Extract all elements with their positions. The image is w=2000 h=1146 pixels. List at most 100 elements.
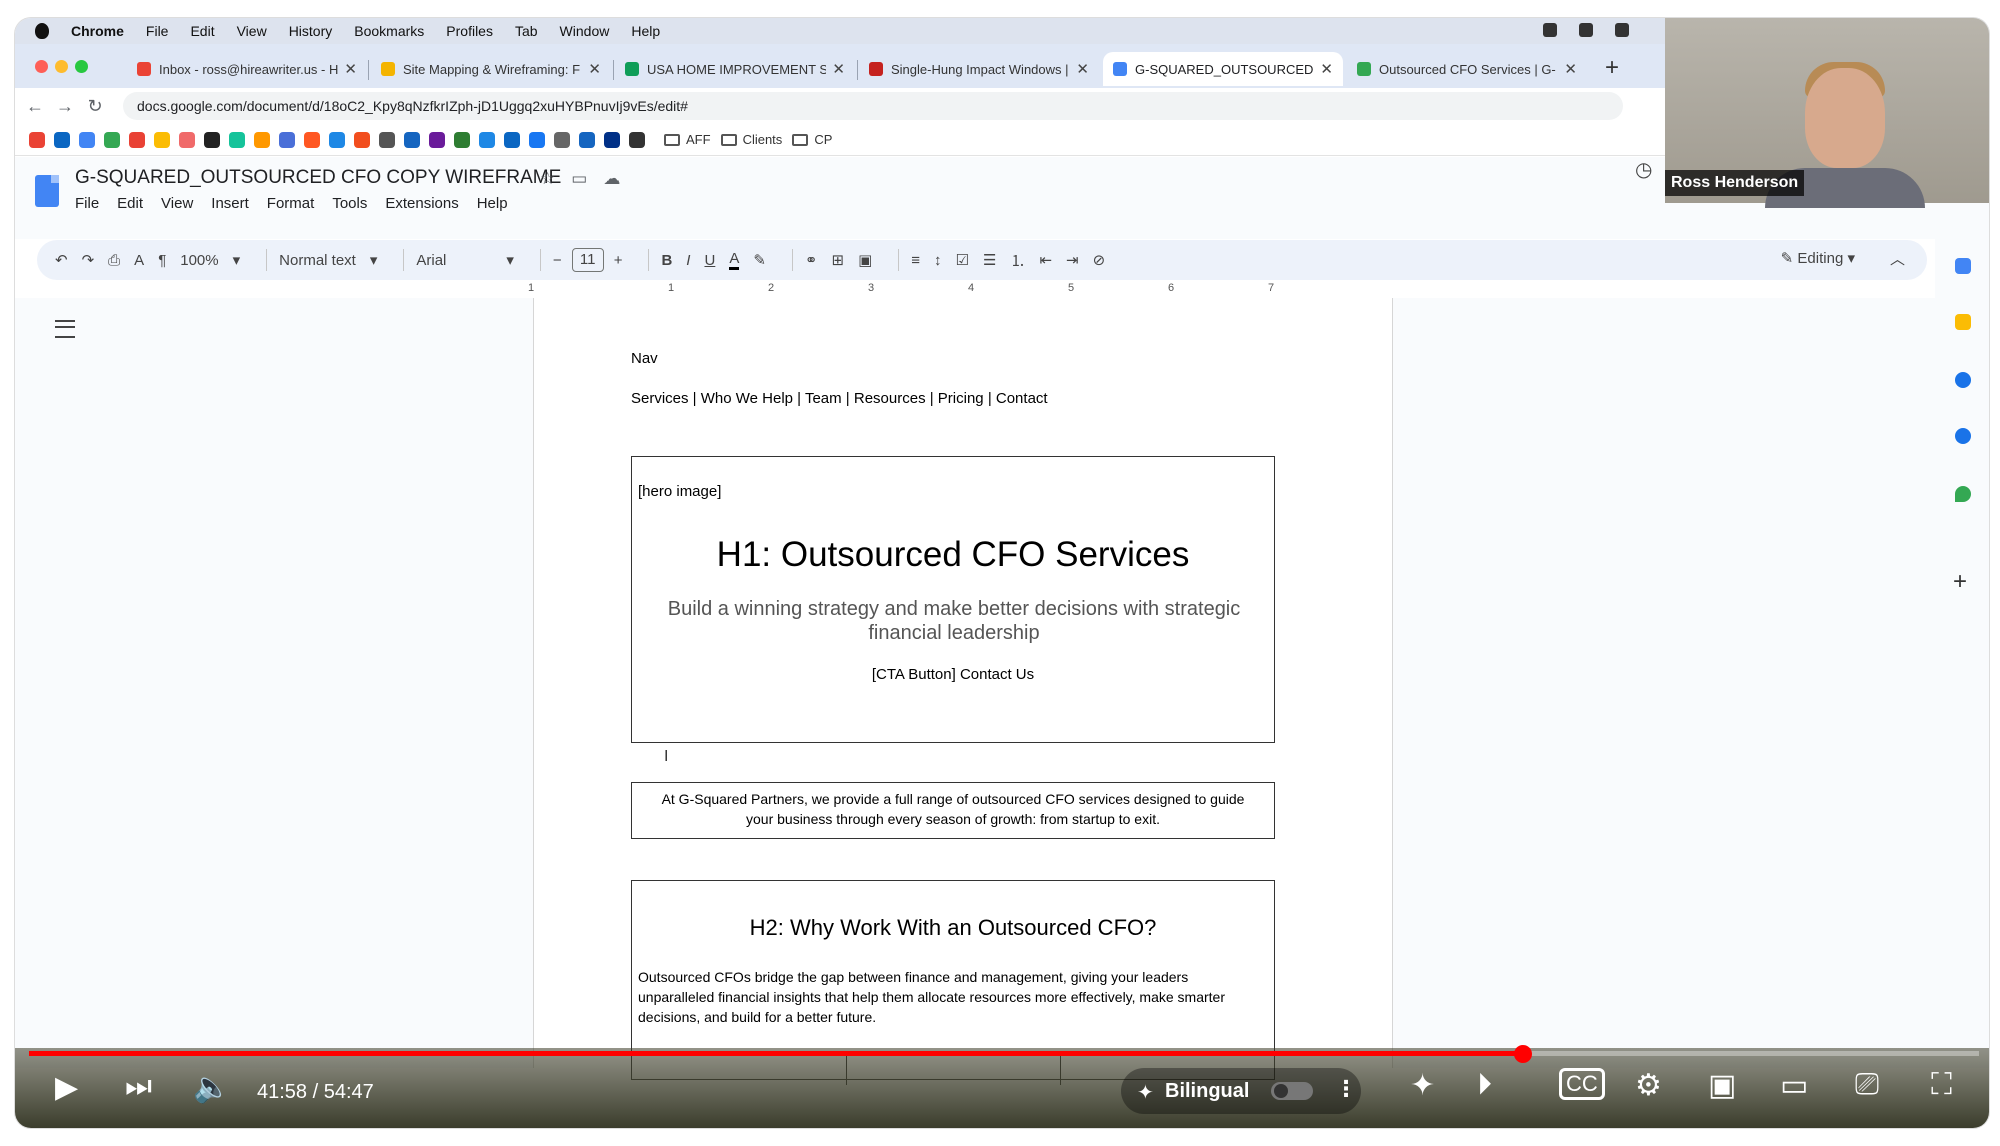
tab-usa-home[interactable]: USA HOME IMPROVEMENT SE ✕: [615, 52, 855, 86]
clear-formatting-icon[interactable]: ⊘: [1093, 251, 1106, 269]
menu-profiles[interactable]: Profiles: [446, 23, 493, 39]
document-page[interactable]: Nav Services | Who We Help | Team | Reso…: [533, 298, 1393, 1085]
text-color-icon[interactable]: A: [729, 250, 740, 270]
print-icon[interactable]: ⎙: [108, 252, 120, 269]
chevron-down-icon[interactable]: ▾: [506, 251, 514, 269]
bookmark-icon[interactable]: [329, 131, 345, 148]
style-select[interactable]: Normal text: [279, 252, 356, 269]
drive-bookmark-icon[interactable]: [104, 131, 120, 148]
bilingual-subtitle-toggle[interactable]: ✦ Bilingual ⋮: [1121, 1068, 1361, 1114]
star-icon[interactable]: ☆: [540, 169, 555, 189]
docs-menu-tools[interactable]: Tools: [332, 195, 367, 212]
bulleted-list-icon[interactable]: ☰: [983, 251, 996, 269]
bookmark-icon[interactable]: [204, 131, 220, 148]
docs-menu-extensions[interactable]: Extensions: [385, 195, 458, 212]
close-icon[interactable]: ✕: [1076, 60, 1089, 78]
chevron-down-icon[interactable]: ▾: [233, 251, 241, 269]
close-icon[interactable]: ✕: [832, 60, 845, 78]
tab-g-squared-doc[interactable]: G-SQUARED_OUTSOURCED C ✕: [1103, 52, 1343, 86]
spellcheck-icon[interactable]: A: [134, 252, 144, 269]
bookmark-icon[interactable]: [304, 131, 320, 148]
paint-format-icon[interactable]: ¶: [158, 252, 166, 269]
gmail-bookmark-icon[interactable]: [29, 131, 45, 148]
keep-icon[interactable]: [1955, 314, 1971, 330]
cast-icon[interactable]: ⎚: [1855, 1068, 1879, 1102]
grammarly-bookmark-icon[interactable]: [229, 131, 245, 148]
cloud-status-icon[interactable]: ☁: [603, 169, 620, 189]
figma-bookmark-icon[interactable]: [354, 131, 370, 148]
airdrop-icon[interactable]: [1543, 23, 1557, 37]
bookmark-icon[interactable]: [404, 131, 420, 148]
url-input[interactable]: docs.google.com/document/d/18oC2_Kpy8qNz…: [123, 92, 1623, 120]
new-tab-button[interactable]: +: [1605, 54, 1619, 82]
bold-icon[interactable]: B: [661, 252, 672, 269]
docs-menu-insert[interactable]: Insert: [211, 195, 249, 212]
link-icon[interactable]: ⚭: [805, 251, 818, 269]
theater-mode-icon[interactable]: ▭: [1780, 1068, 1808, 1103]
apple-icon[interactable]: [35, 23, 49, 39]
menu-chrome[interactable]: Chrome: [71, 23, 124, 39]
bookmark-icon[interactable]: [579, 131, 595, 148]
linkedin-bookmark-icon[interactable]: [504, 131, 520, 148]
docs-logo-icon[interactable]: [35, 175, 59, 207]
calendar-bookmark-icon[interactable]: [79, 131, 95, 148]
horizontal-ruler[interactable]: 1123 4567: [528, 282, 1388, 299]
menu-help[interactable]: Help: [631, 23, 660, 39]
docs-menu-help[interactable]: Help: [477, 195, 508, 212]
menu-bookmarks[interactable]: Bookmarks: [354, 23, 424, 39]
add-addon-icon[interactable]: +: [1953, 568, 1967, 596]
undo-icon[interactable]: ↶: [55, 251, 68, 269]
close-icon[interactable]: ✕: [1564, 60, 1577, 78]
forward-icon[interactable]: →: [55, 96, 75, 117]
increase-indent-icon[interactable]: ⇥: [1066, 251, 1079, 269]
tab-inbox[interactable]: Inbox - ross@hireawriter.us - H ✕: [127, 52, 367, 86]
document-title[interactable]: G-SQUARED_OUTSOURCED CFO COPY WIREFRAME: [75, 167, 561, 189]
back-icon[interactable]: ←: [25, 96, 45, 117]
bookmark-icon[interactable]: [129, 131, 145, 148]
tab-single-hung[interactable]: Single-Hung Impact Windows | ✕: [859, 52, 1099, 86]
version-history-icon[interactable]: ◷: [1635, 157, 1652, 182]
move-folder-icon[interactable]: ▭: [571, 169, 587, 189]
paypal-bookmark-icon[interactable]: [604, 131, 620, 148]
decrease-font-size-icon[interactable]: −: [553, 252, 562, 269]
docs-menu-edit[interactable]: Edit: [117, 195, 143, 212]
close-icon[interactable]: ✕: [1320, 60, 1333, 78]
menu-edit[interactable]: Edit: [190, 23, 214, 39]
settings-icon[interactable]: ⚙: [1635, 1068, 1662, 1103]
bookmark-folder-cp[interactable]: CP: [792, 132, 832, 147]
miniplayer-icon[interactable]: ▣: [1708, 1068, 1736, 1103]
signal-icon[interactable]: [1579, 23, 1593, 37]
numbered-list-icon[interactable]: ⒈: [1010, 250, 1025, 271]
progress-scrubber[interactable]: [1514, 1045, 1532, 1063]
fullscreen-icon[interactable]: ⛶: [1931, 1068, 1952, 1102]
more-options-icon[interactable]: ⋮: [1335, 1076, 1357, 1102]
highlight-icon[interactable]: ✎: [753, 251, 766, 269]
bookmark-icon[interactable]: [279, 131, 295, 148]
bookmark-folder-aff[interactable]: AFF: [664, 132, 711, 147]
bookmark-icon[interactable]: [254, 131, 270, 148]
play-icon[interactable]: ▶: [55, 1070, 78, 1105]
font-size-input[interactable]: 11: [571, 248, 604, 272]
bookmark-folder-clients[interactable]: Clients: [720, 132, 782, 147]
redo-icon[interactable]: ↷: [82, 251, 95, 269]
close-icon[interactable]: ✕: [588, 60, 601, 78]
outlook-bookmark-icon[interactable]: [54, 131, 70, 148]
decrease-indent-icon[interactable]: ⇤: [1039, 251, 1052, 269]
chevron-down-icon[interactable]: ▾: [370, 251, 378, 269]
collapse-toolbar-icon[interactable]: ︿: [1890, 248, 1905, 269]
reload-icon[interactable]: ↻: [85, 96, 105, 117]
editing-mode-select[interactable]: ✎ Editing ▾: [1781, 249, 1855, 267]
document-outline-icon[interactable]: [55, 320, 75, 338]
menu-tab[interactable]: Tab: [515, 23, 538, 39]
align-icon[interactable]: ≡: [911, 252, 920, 269]
bookmark-icon[interactable]: [429, 131, 445, 148]
tab-site-mapping[interactable]: Site Mapping & Wireframing: F ✕: [371, 52, 611, 86]
maps-icon[interactable]: [1955, 486, 1971, 502]
bookmark-icon[interactable]: [454, 131, 470, 148]
menu-view[interactable]: View: [237, 23, 267, 39]
font-select[interactable]: Arial: [416, 252, 446, 269]
docs-menu-format[interactable]: Format: [267, 195, 315, 212]
underline-icon[interactable]: U: [704, 252, 715, 269]
tasks-icon[interactable]: [1955, 372, 1971, 388]
next-icon[interactable]: ⏭: [125, 1070, 152, 1104]
